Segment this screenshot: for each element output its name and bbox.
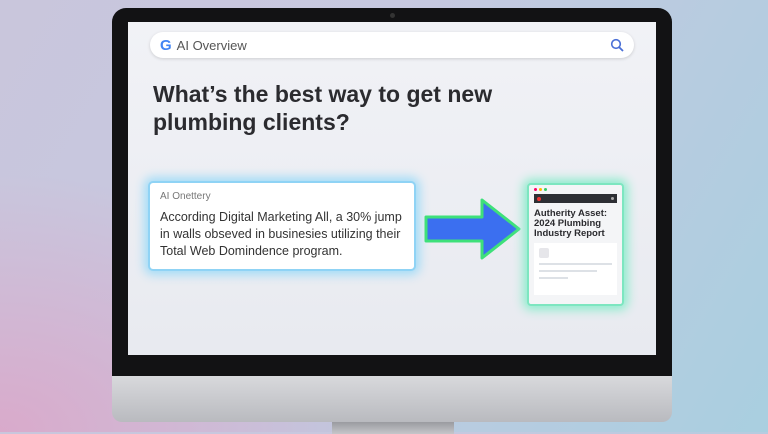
card-content [534,243,617,295]
search-bar[interactable]: G AI Overview [150,32,634,58]
camera-icon [390,13,395,18]
google-logo-icon: G [160,36,172,54]
monitor-stand [332,422,454,434]
authority-asset-card[interactable]: Autherity Asset: 2024 Plumbing Industry … [527,183,624,306]
ai-overview-text: According Digital Marketing All, a 30% j… [160,210,402,258]
card-title: Autherity Asset: 2024 Plumbing Industry … [534,208,608,239]
search-icon[interactable] [610,38,624,52]
monitor-screen: G AI Overview What’s the best way to get… [128,22,656,355]
window-controls [534,188,617,191]
ai-overview-box: AI Onettery According Digital Marketing … [148,181,416,271]
document-icon [539,248,549,258]
ai-overview-label: AI Onettery [160,191,211,202]
search-input[interactable]: AI Overview [177,38,610,53]
arrow-right-icon [424,198,521,260]
monitor-chin [112,376,672,422]
card-header-bar [534,194,617,203]
page-title: What’s the best way to get new plumbing … [153,81,493,135]
